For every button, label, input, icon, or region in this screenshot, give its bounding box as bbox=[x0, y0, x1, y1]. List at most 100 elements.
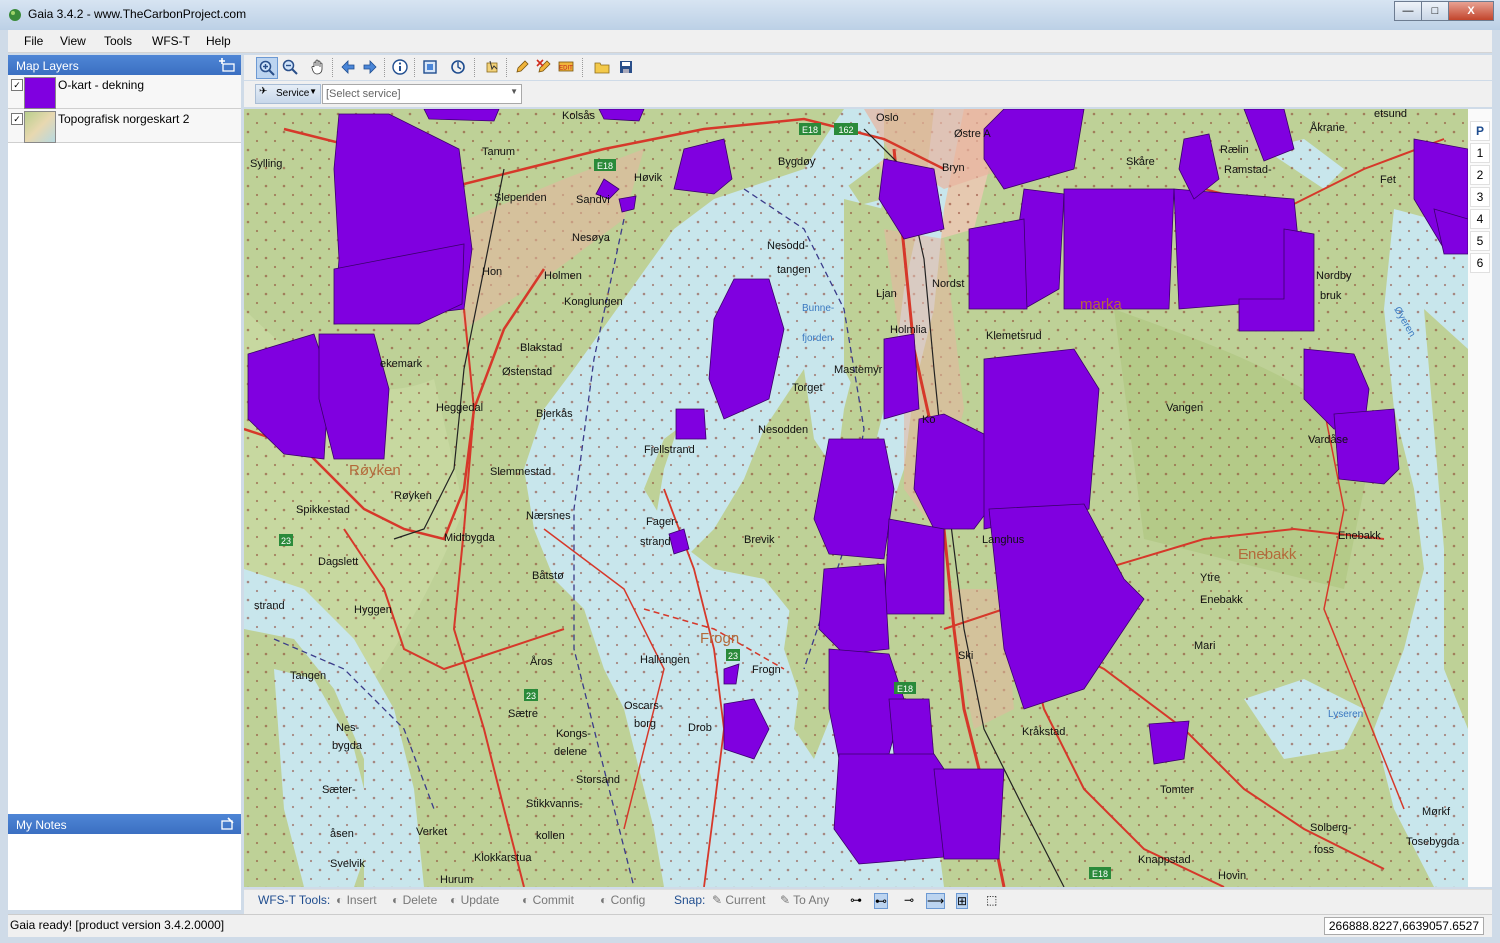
snap-node-icon[interactable]: ⊞ bbox=[956, 893, 969, 909]
layer-checkbox[interactable]: ✓ bbox=[11, 113, 23, 125]
menu-view[interactable]: View bbox=[60, 34, 86, 48]
map-label-ostenstad: Østenstad bbox=[502, 366, 552, 378]
zoom-out-icon[interactable] bbox=[280, 57, 300, 77]
menu-wfst[interactable]: WFS-T bbox=[152, 34, 190, 48]
map-label-nesoddtangen-2: tangen bbox=[777, 264, 811, 276]
menu-tools[interactable]: Tools bbox=[104, 34, 132, 48]
layer-name: Topografisk norgeskart 2 bbox=[58, 112, 190, 126]
map-label-bunnefjorden-2: fjorden bbox=[802, 333, 833, 344]
select-icon[interactable] bbox=[482, 57, 502, 77]
snap-end-icon[interactable]: ⊸ bbox=[904, 893, 914, 907]
wfs-commit-button[interactable]: ◐ Commit bbox=[522, 893, 574, 907]
map-label-svelvik: Svelvik bbox=[330, 858, 365, 870]
map-label-nordby: Nordby bbox=[1316, 270, 1352, 282]
svg-text:23: 23 bbox=[526, 691, 536, 701]
map-label-frogn-municipality: Frogn bbox=[700, 630, 739, 647]
add-note-icon[interactable] bbox=[219, 816, 235, 832]
wfs-config-button[interactable]: ◐ Config bbox=[600, 893, 645, 907]
menu-help[interactable]: Help bbox=[206, 34, 231, 48]
close-button[interactable]: X bbox=[1448, 1, 1494, 21]
map-label-sylling: Sylling bbox=[250, 158, 282, 170]
map-bookmark-p[interactable]: P bbox=[1470, 121, 1490, 141]
save-icon[interactable] bbox=[616, 57, 636, 77]
map-label-holmlia: Holmlia bbox=[890, 324, 928, 336]
svg-text:EDIT: EDIT bbox=[559, 66, 573, 72]
map-label-ostre-aker: Østre A bbox=[954, 128, 991, 140]
map-label-bjerkas: Bjerkås bbox=[536, 408, 573, 420]
map-label-hovin: Hovin bbox=[1218, 870, 1246, 882]
map-label-torget: Torget bbox=[792, 382, 823, 394]
map-label-tosebygda: Tosebygda bbox=[1406, 836, 1460, 848]
map-canvas[interactable]: E18 162 E18 23 23 23 E18 E18 Oslo Tanum … bbox=[244, 109, 1468, 887]
add-layer-icon[interactable] bbox=[219, 57, 235, 73]
map-bookmark-6[interactable]: 6 bbox=[1470, 253, 1490, 273]
map-bookmark-4[interactable]: 4 bbox=[1470, 209, 1490, 229]
wfs-delete-label: Delete bbox=[402, 893, 438, 907]
edit-pencil-icon[interactable] bbox=[512, 57, 532, 77]
map-label-enebakk-municipality: Enebakk bbox=[1238, 546, 1297, 563]
map-bookmark-3[interactable]: 3 bbox=[1470, 187, 1490, 207]
map-label-hallangen: Hallangen bbox=[640, 654, 690, 666]
back-arrow-icon[interactable] bbox=[338, 57, 358, 77]
snap-vertex-icon[interactable]: ⊶ bbox=[850, 893, 862, 907]
service-dropdown-button[interactable]: ✈ Service ▼ bbox=[255, 84, 321, 104]
map-label-oscarsborg-2: borg bbox=[634, 718, 656, 730]
update-icon: ◐ bbox=[450, 893, 461, 907]
map-label-slependen: Slependen bbox=[494, 192, 547, 204]
open-folder-icon[interactable] bbox=[592, 57, 612, 77]
map-label-brevik: Brevik bbox=[744, 534, 775, 546]
menu-file[interactable]: File bbox=[24, 34, 43, 48]
full-extent-icon[interactable] bbox=[420, 57, 440, 77]
svg-text:23: 23 bbox=[281, 536, 291, 546]
wfs-delete-button[interactable]: ◐ Delete bbox=[392, 893, 437, 907]
map-label-tanum: Tanum bbox=[482, 146, 515, 158]
snap-to-any-button[interactable]: ✎ To Any bbox=[780, 893, 829, 907]
select-box-icon[interactable]: ⬚ bbox=[986, 893, 997, 907]
edit-text-icon[interactable]: EDIT bbox=[556, 57, 576, 77]
layer-row-topo[interactable]: ✓ Topografisk norgeskart 2 bbox=[8, 109, 241, 143]
map-label-bruk: bruk bbox=[1320, 290, 1342, 302]
service-select[interactable]: [Select service] ▼ bbox=[322, 84, 522, 104]
layer-thumbnail bbox=[24, 111, 56, 143]
map-bookmark-1[interactable]: 1 bbox=[1470, 143, 1490, 163]
map-label-aros: Åros bbox=[530, 655, 553, 668]
wfs-update-button[interactable]: ◐ Update bbox=[450, 893, 499, 907]
commit-icon: ◐ bbox=[522, 893, 533, 907]
snap-segment-icon[interactable]: ⊷ bbox=[874, 893, 888, 909]
minimize-button[interactable]: — bbox=[1394, 1, 1422, 21]
zoom-in-icon[interactable] bbox=[256, 57, 278, 79]
layer-row-okart[interactable]: ✓ O-kart - dekning bbox=[8, 75, 241, 109]
map-label-spikkestad: Spikkestad bbox=[296, 504, 350, 516]
map-label-bygdoy: Bygdøy bbox=[778, 156, 816, 168]
map-label-stikkvanns: Stikkvanns- bbox=[526, 798, 583, 810]
map-bookmark-2[interactable]: 2 bbox=[1470, 165, 1490, 185]
map-label-nesoya: Nesøya bbox=[572, 232, 611, 244]
map-bookmark-5[interactable]: 5 bbox=[1470, 231, 1490, 251]
map-label-verket: Verket bbox=[416, 826, 447, 838]
maximize-button[interactable]: □ bbox=[1421, 1, 1449, 21]
title-bar: Gaia 3.4.2 - www.TheCarbonProject.com — … bbox=[0, 0, 1500, 30]
map-label-akrane: Åkrane bbox=[1310, 121, 1345, 134]
layer-checkbox[interactable]: ✓ bbox=[11, 79, 23, 91]
map-svg[interactable]: E18 162 E18 23 23 23 E18 E18 Oslo Tanum … bbox=[244, 109, 1468, 887]
map-label-naersnes: Nærsnes bbox=[526, 510, 571, 522]
map-label-mari: Mari bbox=[1194, 640, 1215, 652]
map-label-kraakstad: Kråkstad bbox=[1022, 726, 1065, 738]
pan-hand-icon[interactable] bbox=[308, 57, 328, 77]
map-label-enebakk: Enebakk bbox=[1200, 594, 1243, 606]
map-label-drobak: Drob bbox=[688, 722, 712, 734]
snap-line-icon[interactable]: ⟶ bbox=[926, 893, 946, 909]
status-bar: Gaia ready! [product version 3.4.2.0000]… bbox=[8, 914, 1492, 937]
refresh-icon[interactable] bbox=[448, 57, 468, 77]
snap-current-button[interactable]: ✎ Current bbox=[712, 893, 765, 907]
forward-arrow-icon[interactable] bbox=[360, 57, 380, 77]
info-icon[interactable] bbox=[390, 57, 410, 77]
delete-x-icon[interactable] bbox=[534, 57, 554, 77]
map-label-sund: etsund bbox=[1374, 109, 1407, 120]
map-label-enebakk-2: Enebakk bbox=[1338, 530, 1381, 542]
map-label-heggedal: Heggedal bbox=[436, 402, 483, 414]
map-label-kolbotn: Ko bbox=[922, 414, 935, 426]
wfs-insert-button[interactable]: ◐ Insert bbox=[336, 893, 377, 907]
map-label-bunnefjorden-1: Bunne- bbox=[802, 303, 834, 314]
svg-text:E18: E18 bbox=[1092, 869, 1108, 879]
